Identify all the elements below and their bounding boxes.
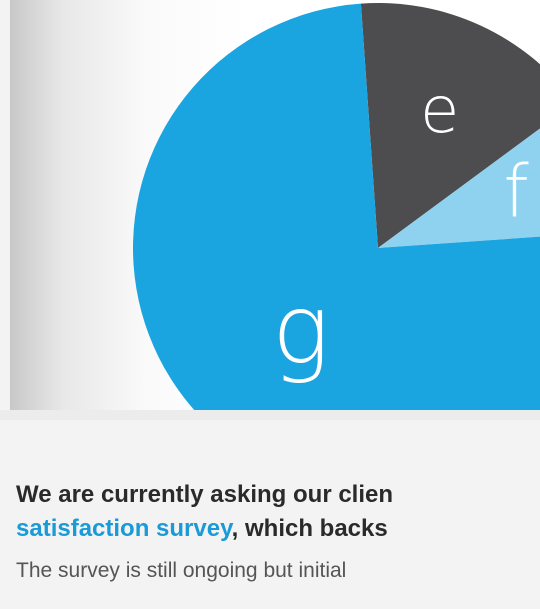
pie-label-f: f <box>503 150 529 234</box>
intro-section: We are currently asking our clien satisf… <box>16 478 540 586</box>
pie-chart: ef g <box>133 3 540 410</box>
intro-headline: We are currently asking our clien satisf… <box>16 478 540 546</box>
intro-body: The survey is still ongoing but initial <box>16 556 540 586</box>
page: ef g We are currently asking our clien sa… <box>0 0 540 609</box>
satisfaction-survey-link[interactable]: satisfaction survey <box>16 515 232 542</box>
intro-body-line: The survey is still ongoing but initial <box>16 559 347 582</box>
pie-label-e: e <box>420 74 459 148</box>
panel-divider <box>0 410 540 420</box>
headline-text-end: , which backs <box>231 515 388 542</box>
chart-panel: ef g <box>10 0 540 410</box>
pie-label-g: g <box>272 274 330 386</box>
headline-text-start: We are currently asking our clien <box>16 481 394 508</box>
